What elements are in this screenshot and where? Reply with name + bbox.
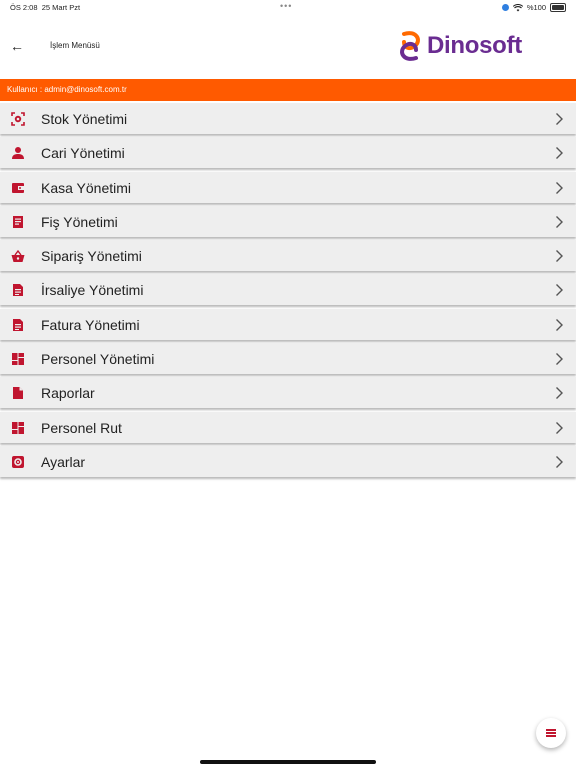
- chevron-right-icon: [556, 284, 563, 297]
- status-bar: ÖS 2:08 25 Mart Pzt ••• %100: [0, 0, 576, 14]
- chevron-right-icon: [556, 387, 563, 400]
- menu-item-label: Fatura Yönetimi: [41, 316, 140, 333]
- document-icon: [13, 284, 23, 297]
- battery-icon: [550, 3, 566, 12]
- chevron-right-icon: [556, 181, 563, 194]
- wallet-icon: [12, 182, 24, 193]
- basket-icon: [11, 250, 25, 263]
- chevron-right-icon: [556, 353, 563, 366]
- menu-fab-button[interactable]: [536, 718, 566, 748]
- wifi-icon: [512, 3, 523, 11]
- chevron-right-icon: [556, 250, 563, 263]
- menu-item-siparis-yonetimi[interactable]: Sipariş Yönetimi: [0, 240, 576, 272]
- chevron-right-icon: [556, 147, 563, 160]
- multitasking-dots[interactable]: •••: [280, 1, 292, 11]
- brand-name: Dinosoft: [427, 32, 522, 59]
- dashboard-icon: [12, 421, 24, 434]
- page-title: İşlem Menüsü: [50, 41, 100, 50]
- status-time-date: ÖS 2:08 25 Mart Pzt: [10, 3, 80, 12]
- menu-item-label: Stok Yönetimi: [41, 111, 128, 127]
- chevron-right-icon: [556, 215, 563, 228]
- menu-item-personel-yonetimi[interactable]: Personel Yönetimi: [0, 343, 576, 375]
- chevron-right-icon: [556, 455, 563, 468]
- home-indicator[interactable]: [200, 760, 376, 764]
- battery-percent: %100: [526, 3, 546, 12]
- settings-icon: [12, 455, 24, 468]
- app-header: ← İşlem Menüsü Dinosoft: [0, 14, 576, 80]
- location-icon: [501, 4, 509, 11]
- user-bar: Kullanıcı : admin@dinosoft.com.tr: [0, 79, 576, 101]
- status-time: ÖS 2:08: [10, 3, 38, 12]
- menu-item-label: İrsaliye Yönetimi: [41, 282, 144, 299]
- person-icon: [12, 147, 24, 160]
- menu-item-fatura-yonetimi[interactable]: Fatura Yönetimi: [0, 308, 576, 340]
- menu-item-personel-rut[interactable]: Personel Rut: [0, 411, 576, 443]
- status-date: 25 Mart Pzt: [41, 3, 81, 12]
- receipt-icon: [13, 215, 23, 228]
- menu-item-label: Ayarlar: [41, 453, 86, 470]
- menu-item-kasa-yonetimi[interactable]: Kasa Yönetimi: [0, 171, 576, 203]
- menu-item-label: Fiş Yönetimi: [41, 213, 118, 230]
- menu-item-label: Sipariş Yönetimi: [41, 248, 142, 265]
- dashboard-icon: [12, 353, 24, 366]
- menu-item-irsaliye-yonetimi[interactable]: İrsaliye Yönetimi: [0, 274, 576, 306]
- chevron-right-icon: [556, 113, 563, 125]
- menu-item-raporlar[interactable]: Raporlar: [0, 377, 576, 409]
- file-icon: [13, 387, 23, 400]
- chevron-right-icon: [556, 318, 563, 331]
- menu-list: Stok Yönetimi Cari Yönetimi Kasa Yönetim…: [0, 103, 576, 480]
- menu-item-ayarlar[interactable]: Ayarlar: [0, 445, 576, 477]
- menu-item-label: Personel Yönetimi: [41, 351, 155, 368]
- menu-item-label: Raporlar: [41, 385, 95, 402]
- barcode-scan-icon: [11, 112, 25, 126]
- brand-logo: Dinosoft: [396, 30, 522, 62]
- menu-item-label: Cari Yönetimi: [41, 145, 125, 162]
- menu-item-fis-yonetimi[interactable]: Fiş Yönetimi: [0, 205, 576, 237]
- dinosoft-logo-mark-icon: [400, 31, 420, 61]
- menu-item-stok-yonetimi[interactable]: Stok Yönetimi: [0, 103, 576, 134]
- menu-item-label: Personel Rut: [41, 419, 122, 436]
- menu-item-cari-yonetimi[interactable]: Cari Yönetimi: [0, 137, 576, 169]
- back-arrow-icon[interactable]: ←: [8, 38, 26, 54]
- menu-item-label: Kasa Yönetimi: [41, 179, 132, 196]
- status-right: %100: [501, 3, 566, 12]
- chevron-right-icon: [556, 421, 563, 434]
- hamburger-icon: [546, 729, 556, 731]
- document-icon: [13, 318, 23, 331]
